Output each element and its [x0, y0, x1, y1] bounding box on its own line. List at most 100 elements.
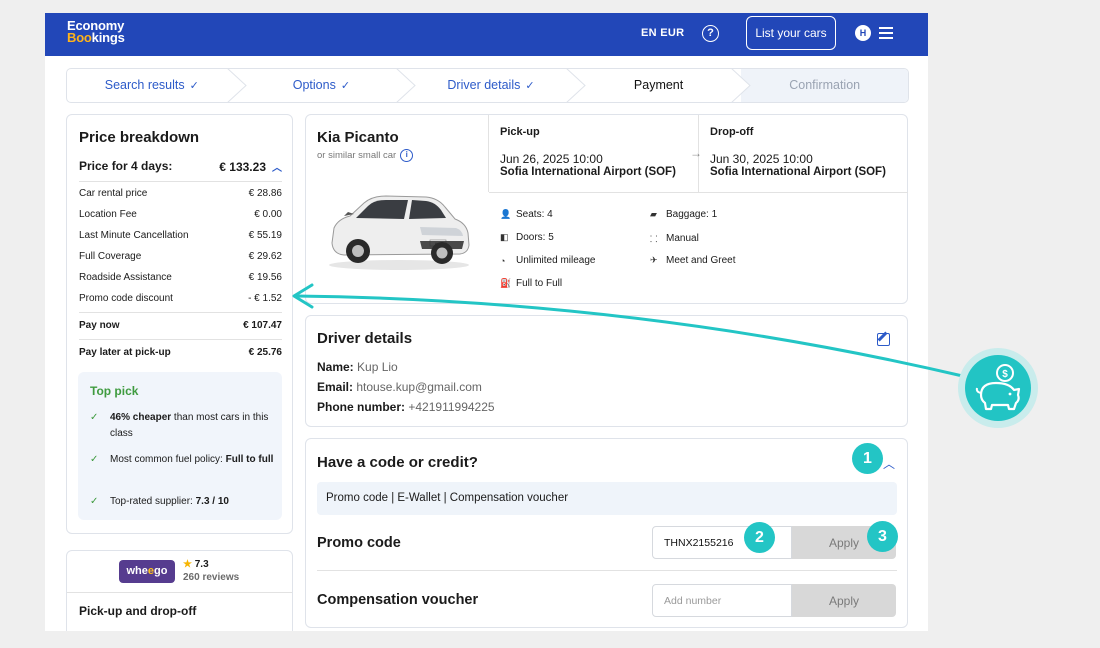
price-row-value: € 0.00 [254, 209, 282, 220]
supplier-reviews[interactable]: 260 reviews [183, 572, 239, 583]
annotation-badge-2: 2 [744, 522, 775, 553]
edit-icon[interactable] [877, 333, 890, 346]
logo-highlight: Boo [67, 30, 92, 45]
divider [488, 115, 489, 192]
supplier-card: wheego ★ 7.3 260 reviews Pick-up and dro… [66, 550, 293, 631]
voucher-apply-button[interactable]: Apply [792, 584, 896, 617]
pay-now-label: Pay now [79, 320, 120, 331]
logo-text: go [154, 565, 168, 577]
top-pick-bold: 46% cheaper [110, 412, 172, 423]
pay-later-value: € 25.76 [248, 347, 282, 358]
dropoff-label: Drop-off [710, 126, 754, 138]
top-pick-item: ✓ Top-rated supplier: 7.3 / 10 [90, 494, 275, 510]
car-similar: or similar small car i [317, 149, 414, 162]
driver-name-row: Name: Kup Lio [317, 360, 398, 374]
price-row-value: € 19.56 [248, 272, 282, 283]
top-pick-bold: 7.3 / 10 [195, 496, 229, 507]
driver-phone-value: +421911994225 [408, 400, 495, 414]
price-row: Last Minute Cancellation € 55.19 [79, 230, 282, 241]
pickup-dropoff-title: Pick-up and drop-off [79, 604, 197, 618]
top-pick-bold: Full to full [225, 454, 274, 465]
feature-text: Manual [666, 233, 699, 244]
promo-code-label: Promo code [317, 535, 401, 551]
price-row-value: € 55.19 [248, 230, 282, 241]
feature-transmission: ⸬ Manual [650, 232, 699, 245]
step-driver-details[interactable]: Driver details ✓ [406, 69, 586, 102]
feature-text: Doors: 5 [516, 232, 554, 243]
price-row-label: Location Fee [79, 209, 137, 220]
top-pick-rest: Most common fuel policy: [110, 454, 226, 465]
annotation-badge-3: 3 [867, 521, 898, 552]
pay-now-row: Pay now € 107.47 [79, 320, 282, 331]
driver-phone-row: Phone number: +421911994225 [317, 400, 495, 414]
step-separator-icon [226, 69, 247, 102]
step-separator-icon [396, 69, 416, 102]
divider [67, 592, 292, 593]
driver-email-value: htouse.kup@gmail.com [356, 380, 482, 394]
step-label: Driver details [447, 78, 521, 92]
step-separator-icon [731, 69, 752, 102]
list-your-cars-button[interactable]: List your cars [746, 16, 836, 50]
airplane-icon: ✈ [650, 255, 658, 265]
price-row-label: Promo code discount [79, 293, 173, 304]
page-frame: Economy Bookings EN EUR ? List your cars… [45, 13, 928, 631]
dropoff-location: Sofia International Airport (SOF) [710, 166, 886, 178]
price-row: Full Coverage € 29.62 [79, 251, 282, 262]
check-icon: ✓ [90, 454, 99, 465]
price-row-value: - € 1.52 [248, 293, 282, 304]
price-row-label: Last Minute Cancellation [79, 230, 189, 241]
help-icon[interactable]: ? [702, 25, 719, 42]
top-pick-item: ✓ 46% cheaper than most cars in this clas… [90, 410, 275, 441]
driver-name-value: Kup Lio [357, 360, 398, 374]
wheego-logo: wheego [119, 560, 175, 583]
feature-seats: 👤 Seats: 4 [500, 209, 553, 220]
price-total-row[interactable]: Price for 4 days: € 133.23 ︿ [79, 159, 282, 174]
driver-details-title: Driver details [317, 330, 413, 347]
step-label: Confirmation [789, 78, 861, 92]
car-name: Kia Picanto [317, 129, 399, 146]
price-row-label: Full Coverage [79, 251, 142, 262]
info-icon[interactable]: i [400, 149, 414, 162]
price-row-label: Car rental price [79, 188, 148, 199]
top-pick-text: Top-rated supplier: 7.3 / 10 [110, 494, 229, 510]
check-icon: ✓ [340, 80, 351, 92]
driver-name-label: Name: [317, 360, 354, 374]
pickup-date: Jun 26, 2025 10:00 [500, 152, 603, 166]
price-row: Car rental price € 28.86 [79, 188, 282, 199]
chevron-up-icon[interactable]: ︿ [883, 455, 895, 472]
code-credit-title: Have a code or credit? [317, 454, 478, 471]
user-avatar[interactable]: H [855, 25, 871, 41]
annotation-badge-1: 1 [852, 443, 883, 474]
feature-doors: ◧ Doors: 5 [500, 232, 554, 243]
compensation-voucher-label: Compensation voucher [317, 592, 479, 608]
driver-details-card: Driver details Name: Kup Lio Email: htou… [305, 315, 908, 427]
voucher-number-input[interactable] [652, 584, 792, 617]
car-image: KIA [329, 195, 470, 270]
divider [489, 192, 908, 193]
hamburger-menu-icon[interactable] [879, 27, 893, 43]
booking-progress-steps: Search results ✓ Options ✓ Driver details ✓… [66, 68, 909, 103]
step-label: Options [292, 78, 336, 92]
step-options[interactable]: Options ✓ [237, 69, 416, 102]
top-pick-box: Top pick ✓ 46% cheaper than most cars in … [78, 372, 282, 520]
price-row: Location Fee € 0.00 [79, 209, 282, 220]
step-label: Payment [633, 78, 684, 92]
price-breakdown-title: Price breakdown [79, 129, 200, 146]
pay-later-row: Pay later at pick-up € 25.76 [79, 347, 282, 358]
step-label: Search results [104, 78, 185, 92]
car-summary-card: Kia Picanto or similar small cari KIA Pi… [305, 114, 908, 304]
chevron-up-icon[interactable]: ︿ [272, 163, 282, 174]
feature-baggage: ▰ Baggage: 1 [650, 209, 717, 220]
feature-text: Meet and Greet [666, 255, 736, 266]
dropoff-date: Jun 30, 2025 10:00 [710, 152, 813, 166]
top-pick-text: Most common fuel policy: Full to full [110, 452, 273, 468]
language-currency-selector[interactable]: EN EUR [641, 27, 684, 39]
feature-text: Seats: 4 [516, 209, 553, 220]
price-row-promo-discount: Promo code discount - € 1.52 [79, 293, 282, 304]
step-search-results[interactable]: Search results ✓ [67, 69, 247, 102]
feature-text: Full to Full [516, 278, 563, 289]
economy-bookings-logo[interactable]: Economy Bookings [67, 19, 125, 45]
feature-fuel: ⛽ Full to Full [500, 278, 562, 289]
check-icon: ✓ [90, 496, 99, 507]
piggy-bank-icon: $ [975, 364, 1021, 411]
